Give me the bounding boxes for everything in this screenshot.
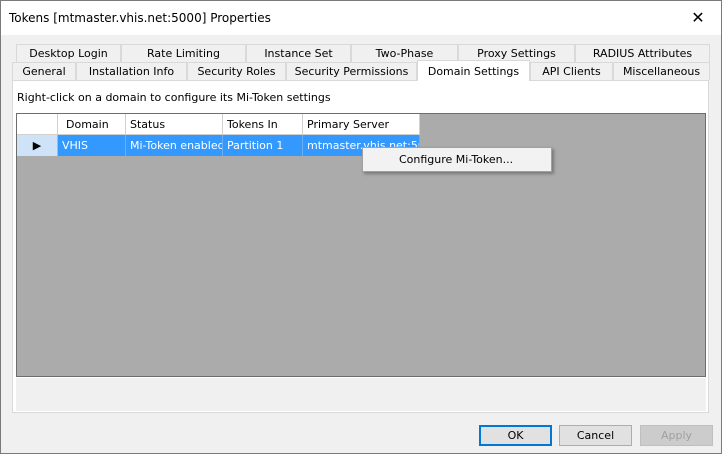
tab-miscellaneous[interactable]: Miscellaneous — [613, 62, 710, 80]
tab-installation-info[interactable]: Installation Info — [76, 62, 187, 80]
instruction-text: Right-click on a domain to configure its… — [17, 91, 331, 104]
column-header-status[interactable]: Status — [126, 114, 223, 135]
domain-settings-panel: Right-click on a domain to configure its… — [12, 80, 709, 413]
cell-domain[interactable]: VHIS — [58, 135, 126, 156]
tab-api-clients[interactable]: API Clients — [530, 62, 613, 80]
tab-instance-set[interactable]: Instance Set — [246, 44, 351, 62]
cancel-button[interactable]: Cancel — [559, 425, 632, 446]
grid-footer-area — [16, 378, 706, 411]
menu-item-configure-mi-token[interactable]: Configure Mi-Token... — [365, 150, 549, 169]
grid-header: Domain Status Tokens In Primary Server — [17, 114, 420, 135]
table-row[interactable]: ▶ VHIS Mi-Token enabled. Partition 1 mtm… — [17, 135, 420, 156]
row-header-corner — [17, 114, 58, 135]
column-header-domain[interactable]: Domain — [58, 114, 126, 135]
tab-security-roles[interactable]: Security Roles — [187, 62, 286, 80]
tab-general[interactable]: General — [12, 62, 76, 80]
tab-security-permissions[interactable]: Security Permissions — [286, 62, 417, 80]
cell-status[interactable]: Mi-Token enabled. — [126, 135, 223, 156]
tab-domain-settings[interactable]: Domain Settings — [417, 60, 530, 81]
tab-desktop-login[interactable]: Desktop Login — [16, 44, 121, 62]
apply-button[interactable]: Apply — [640, 425, 713, 446]
ok-button[interactable]: OK — [479, 425, 552, 446]
title-bar: Tokens [mtmaster.vhis.net:5000] Properti… — [1, 1, 721, 35]
cell-tokens-in[interactable]: Partition 1 — [223, 135, 303, 156]
properties-dialog: Tokens [mtmaster.vhis.net:5000] Properti… — [0, 0, 722, 454]
close-icon[interactable]: ✕ — [675, 1, 721, 33]
tab-radius-attributes[interactable]: RADIUS Attributes — [575, 44, 710, 62]
window-title: Tokens [mtmaster.vhis.net:5000] Properti… — [9, 11, 271, 25]
domain-grid[interactable]: Domain Status Tokens In Primary Server ▶… — [16, 113, 706, 377]
tab-rate-limiting[interactable]: Rate Limiting — [121, 44, 246, 62]
column-header-primary-server[interactable]: Primary Server — [303, 114, 420, 135]
context-menu: Configure Mi-Token... — [362, 147, 552, 172]
row-pointer-icon[interactable]: ▶ — [17, 135, 58, 156]
column-header-tokens-in[interactable]: Tokens In — [223, 114, 303, 135]
